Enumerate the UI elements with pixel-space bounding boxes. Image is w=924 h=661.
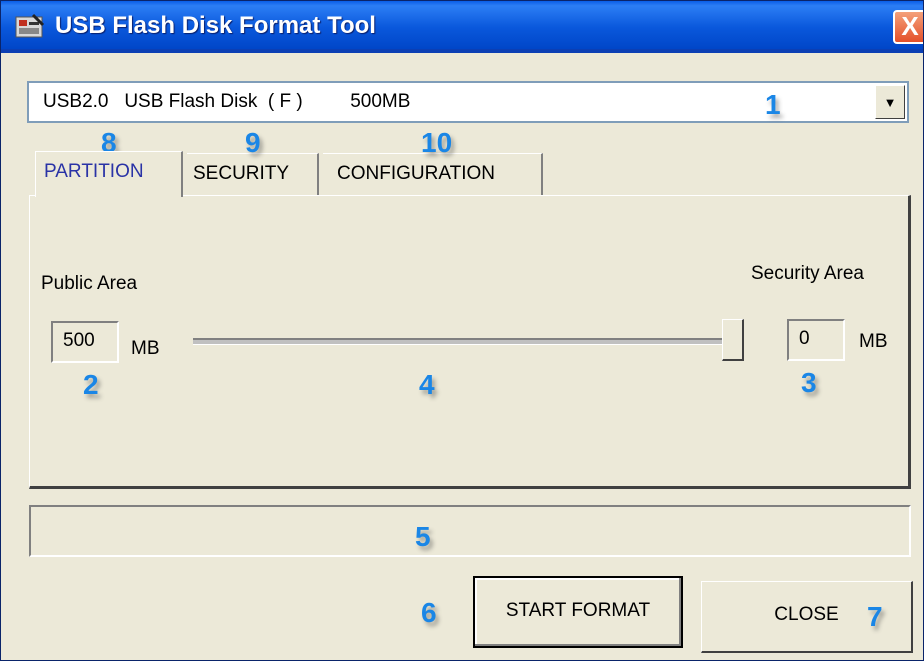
callout-10: 10 xyxy=(421,127,453,158)
drive-select-value: USB2.0 USB Flash Disk ( F ) 500MB xyxy=(43,91,411,112)
usb-tool-icon xyxy=(15,13,45,38)
callout-5: 5 xyxy=(415,521,431,552)
callout-7: 7 xyxy=(867,601,883,632)
partition-slider-track[interactable] xyxy=(193,338,733,345)
public-area-label: Public Area xyxy=(41,273,138,294)
callout-3: 3 xyxy=(801,367,817,398)
chevron-down-icon[interactable]: ▼ xyxy=(875,85,905,119)
tab-configuration[interactable]: CONFIGURATION xyxy=(323,153,543,195)
close-icon[interactable]: X xyxy=(893,10,923,44)
format-tool-window: USB Flash Disk Format Tool X USB2.0 USB … xyxy=(0,0,924,661)
title-bar: USB Flash Disk Format Tool X xyxy=(1,1,923,53)
partition-slider-thumb[interactable] xyxy=(722,319,744,361)
callout-2: 2 xyxy=(83,369,99,400)
window-title: USB Flash Disk Format Tool xyxy=(55,12,376,39)
callout-9: 9 xyxy=(245,127,261,158)
security-area-field[interactable]: 0 xyxy=(787,319,845,361)
format-progress-bar xyxy=(29,505,911,557)
callout-6: 6 xyxy=(421,597,437,628)
tab-security[interactable]: SECURITY xyxy=(187,153,319,195)
start-format-button[interactable]: START FORMAT xyxy=(473,576,683,648)
security-area-label: Security Area xyxy=(751,263,864,284)
callout-1: 1 xyxy=(765,89,781,120)
tab-partition[interactable]: PARTITION xyxy=(35,151,183,197)
public-area-field[interactable]: 500 xyxy=(51,321,119,363)
callout-4: 4 xyxy=(419,369,435,400)
public-unit-label: MB xyxy=(131,338,160,359)
security-unit-label: MB xyxy=(859,331,888,352)
